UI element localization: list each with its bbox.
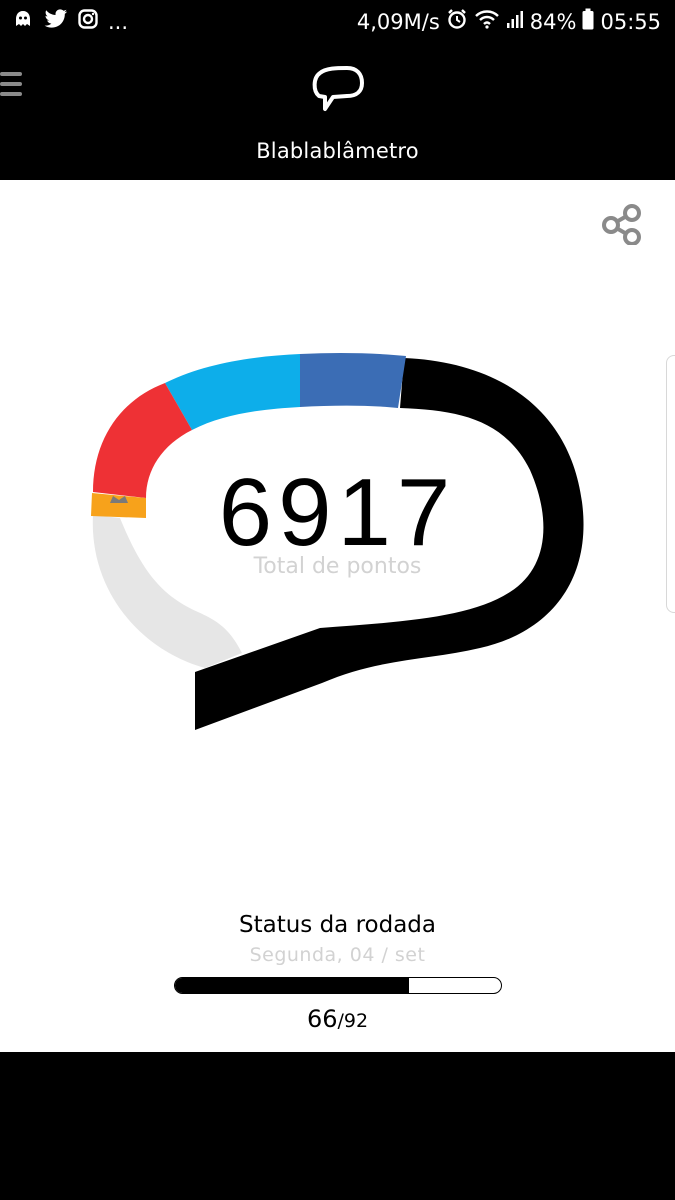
bottom-area — [0, 1052, 675, 1200]
instagram-icon — [78, 9, 98, 34]
hamburger-menu-icon[interactable] — [0, 70, 22, 100]
clock-text: 05:55 — [600, 9, 661, 34]
games-total: /92 — [337, 1010, 369, 1032]
system-status: 4,09M/s 84% 05:55 — [357, 8, 661, 35]
more-notifications-text: ... — [108, 9, 129, 34]
signal-icon — [506, 9, 524, 34]
round-progress-bar — [174, 977, 502, 994]
battery-percent-text: 84% — [529, 9, 577, 34]
battery-icon — [582, 8, 594, 35]
ghost-icon — [12, 8, 34, 35]
total-points-label: Total de pontos — [253, 554, 422, 579]
wifi-icon — [474, 9, 500, 34]
app-title: Blablablâmetro — [256, 139, 419, 163]
speech-bubble-icon — [311, 66, 365, 112]
notification-icons: ... — [12, 8, 128, 35]
round-progress-count: 66/92 — [0, 1005, 675, 1033]
twitter-icon — [44, 9, 68, 34]
round-status-title: Status da rodada — [238, 912, 437, 938]
total-points-value: 6917 — [218, 459, 457, 566]
round-progress-fill — [175, 978, 409, 993]
share-icon[interactable] — [600, 203, 646, 246]
round-status-date: Segunda, 04 / set — [249, 944, 426, 966]
net-speed-text: 4,09M/s — [356, 9, 440, 34]
games-done: 66 — [306, 1005, 338, 1033]
alarm-icon — [446, 8, 468, 35]
status-bar: ... 4,09M/s 84% 05:55 — [0, 0, 675, 42]
